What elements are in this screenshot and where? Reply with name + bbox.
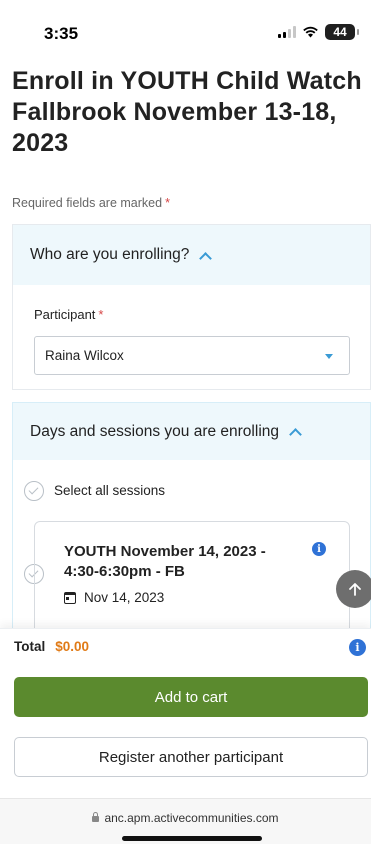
days-sessions-card: Days and sessions you are enrolling Sele… [12, 402, 371, 632]
wifi-icon [303, 26, 318, 38]
calendar-icon [64, 591, 76, 604]
chevron-up-icon[interactable] [289, 428, 302, 441]
chevron-up-icon[interactable] [199, 251, 213, 265]
participant-label: Participant * [34, 307, 103, 322]
dropdown-caret-icon [325, 354, 333, 359]
session-card[interactable]: YOUTH November 14, 2023 - 4:30-6:30pm - … [34, 521, 350, 631]
page-title: Enroll in YOUTH Child Watch Fallbrook No… [12, 67, 362, 157]
status-bar: 3:35 44 [0, 0, 371, 58]
info-icon[interactable]: i [349, 639, 366, 656]
days-sessions-title: Days and sessions you are enrolling [30, 422, 279, 440]
total-label: Total [14, 639, 46, 654]
who-enrolling-title: Who are you enrolling? [30, 246, 190, 263]
home-indicator[interactable] [122, 836, 262, 841]
arrow-up-icon [349, 583, 361, 596]
select-all-checkbox[interactable] [24, 481, 44, 501]
who-enrolling-header[interactable]: Who are you enrolling? [13, 225, 370, 285]
status-time: 3:35 [44, 24, 79, 43]
required-asterisk: * [98, 307, 104, 322]
add-to-cart-button[interactable]: Add to cart [14, 677, 368, 717]
participant-select-value: Raina Wilcox [45, 348, 124, 363]
total-value: $0.00 [55, 639, 90, 654]
register-another-button[interactable]: Register another participant [14, 737, 368, 777]
checkout-panel: Total $0.00 i Add to cart Register anoth… [0, 628, 371, 798]
required-asterisk: * [165, 196, 170, 210]
who-enrolling-card: Who are you enrolling? Participant * Rain… [12, 224, 371, 390]
battery-icon: 44 [325, 24, 359, 40]
participant-label-text: Participant [34, 307, 96, 322]
url-display: anc.apm.activecommunities.com [0, 811, 371, 825]
url-text: anc.apm.activecommunities.com [104, 811, 279, 825]
required-fields-note: Required fields are marked * [12, 196, 170, 210]
select-all-label[interactable]: Select all sessions [54, 483, 165, 498]
lock-icon [92, 812, 100, 822]
days-sessions-header[interactable]: Days and sessions you are enrolling [13, 403, 370, 460]
info-icon[interactable]: i [312, 542, 326, 556]
session-date: Nov 14, 2023 [84, 590, 165, 605]
required-note-text: Required fields are marked [12, 196, 163, 210]
session-date-row: Nov 14, 2023 [64, 590, 164, 605]
total-row: Total $0.00 [14, 639, 89, 654]
session-title: YOUTH November 14, 2023 - 4:30-6:30pm - … [64, 543, 266, 580]
scroll-to-top-button[interactable] [336, 570, 371, 608]
cellular-signal-icon [278, 26, 296, 38]
participant-select[interactable]: Raina Wilcox [34, 336, 350, 375]
status-icons: 44 [278, 24, 359, 40]
